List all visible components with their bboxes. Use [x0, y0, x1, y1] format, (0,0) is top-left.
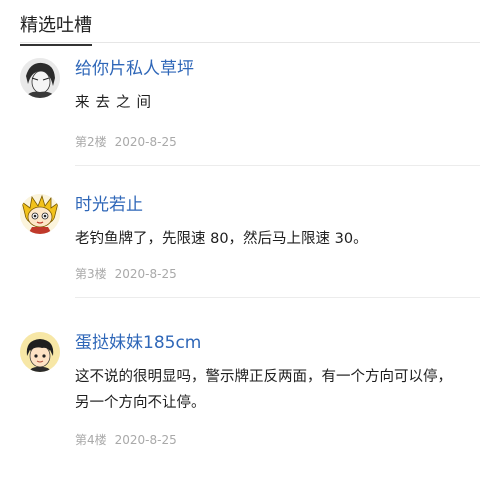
avatar[interactable] [20, 194, 60, 234]
sketch-portrait-avatar-icon [20, 58, 60, 98]
comment-meta: 第3楼 2020-8-25 [75, 266, 177, 282]
comment-line: 另一个方向不让停。 [75, 395, 206, 411]
comment-item: 给你片私人草坪 来去之间 第2楼 2020-8-25 [20, 58, 480, 166]
section-title: 精选吐槽 [20, 14, 92, 46]
username[interactable]: 蛋挞妹妹185cm [75, 332, 201, 354]
comment-item: 蛋挞妹妹185cm 这不说的很明显吗，警示牌正反两面，有一个方向可以停， 另一个… [20, 332, 480, 472]
comment-line: 老钓鱼牌了，先限速 80，然后马上限速 30。 [75, 231, 368, 247]
comment-line: 这不说的很明显吗，警示牌正反两面，有一个方向可以停， [75, 369, 452, 385]
comment-date: 2020-8-25 [114, 267, 177, 281]
comment-text: 来去之间 [75, 90, 480, 116]
divider [75, 165, 480, 166]
comment-date: 2020-8-25 [114, 433, 177, 447]
avatar[interactable] [20, 332, 60, 372]
comment-meta: 第4楼 2020-8-25 [75, 432, 177, 448]
username[interactable]: 时光若止 [75, 194, 143, 216]
divider [75, 297, 480, 298]
comment-date: 2020-8-25 [114, 135, 177, 149]
cartoon-character-avatar-icon [20, 194, 60, 234]
floor-number: 第2楼 [75, 135, 107, 149]
comment-text: 这不说的很明显吗，警示牌正反两面，有一个方向可以停， 另一个方向不让停。 [75, 364, 480, 416]
cartoon-girl-avatar-icon [20, 332, 60, 372]
comment-meta: 第2楼 2020-8-25 [75, 134, 177, 150]
floor-number: 第3楼 [75, 267, 107, 281]
comment-text: 老钓鱼牌了，先限速 80，然后马上限速 30。 [75, 226, 480, 252]
comment-item: 时光若止 老钓鱼牌了，先限速 80，然后马上限速 30。 第3楼 2020-8-2… [20, 194, 480, 298]
comment-line: 来去之间 [75, 95, 157, 111]
section-header: 精选吐槽 [20, 10, 480, 46]
floor-number: 第4楼 [75, 433, 107, 447]
username[interactable]: 给你片私人草坪 [75, 58, 194, 80]
avatar[interactable] [20, 58, 60, 98]
